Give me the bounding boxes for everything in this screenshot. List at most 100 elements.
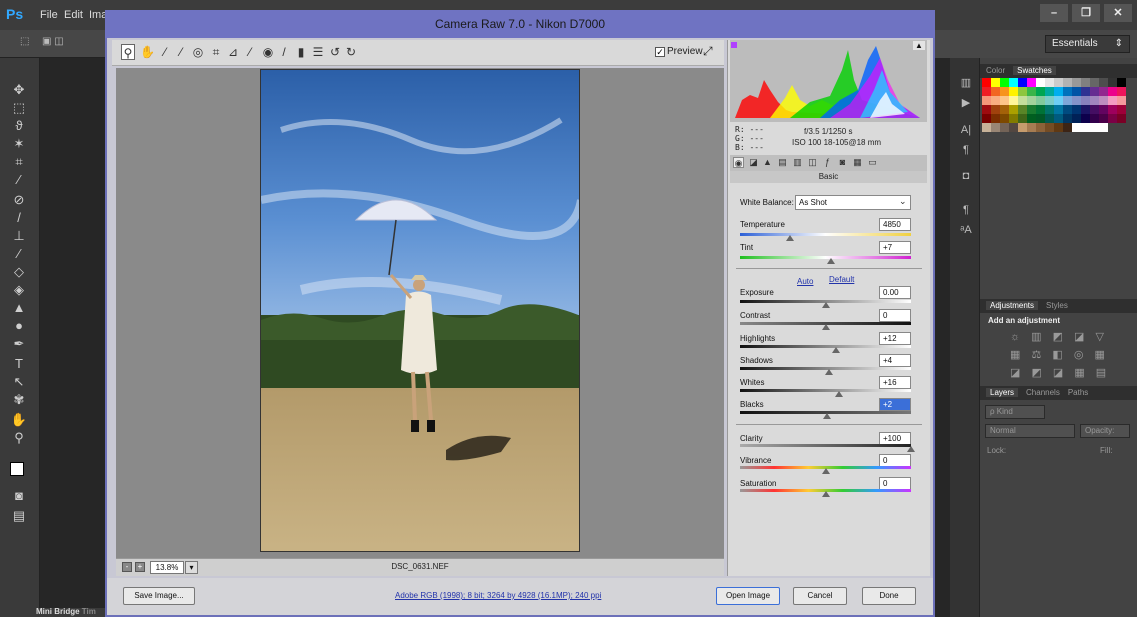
swatch[interactable] (1000, 78, 1009, 87)
rotate-right-icon[interactable]: ↻ (344, 44, 358, 60)
whites-field[interactable]: +16 (879, 376, 911, 389)
swatch[interactable] (1090, 96, 1099, 105)
adjustment-icons-row1[interactable]: ☼ ▥ ◩ ◪ ▽ (1010, 330, 1108, 343)
zoom-level-field[interactable]: 13.8% (150, 561, 184, 574)
swatch[interactable] (1072, 78, 1081, 87)
swatch[interactable] (982, 123, 991, 132)
maximize-button[interactable]: ❐ (1072, 4, 1100, 22)
brush-tool-icon[interactable]: / (10, 210, 28, 226)
snapshots-tab-icon[interactable]: ▭ (867, 157, 878, 168)
tab-paths[interactable]: Paths (1068, 388, 1088, 397)
swatch[interactable] (1099, 96, 1108, 105)
swatch[interactable] (1018, 78, 1027, 87)
swatch[interactable] (991, 123, 1000, 132)
swatch[interactable] (1000, 87, 1009, 96)
eyedropper-tool-icon[interactable]: ⁄ (10, 172, 28, 188)
contrast-field[interactable]: 0 (879, 309, 911, 322)
zoom-tool-icon[interactable]: ⚲ (10, 430, 28, 446)
temperature-thumb[interactable] (785, 235, 794, 241)
swatch[interactable] (1018, 96, 1027, 105)
dodge-tool-icon[interactable]: ● (10, 318, 28, 334)
swatch[interactable] (1063, 78, 1072, 87)
swatch[interactable] (1018, 105, 1027, 114)
swatch[interactable] (1054, 123, 1063, 132)
tone-curve-tab-icon[interactable]: ◪ (748, 157, 759, 168)
swatch[interactable] (1054, 114, 1063, 123)
saturation-thumb[interactable] (821, 491, 830, 497)
tint-field[interactable]: +7 (879, 241, 911, 254)
swatch[interactable] (1027, 105, 1036, 114)
history-brush-icon[interactable]: ∕ (10, 246, 28, 262)
swatch[interactable] (1063, 87, 1072, 96)
swatch[interactable] (1108, 96, 1117, 105)
adjustment-icons-row2[interactable]: ▦ ⚖ ◧ ◎ ▦ (1010, 348, 1109, 361)
paragraph-panel-icon[interactable]: ¶ (958, 144, 974, 158)
preview-checkbox[interactable]: ✓ Preview (655, 46, 703, 57)
menu-file[interactable]: File (40, 9, 58, 21)
tab-swatches[interactable]: Swatches (1013, 66, 1056, 75)
zoom-dropdown[interactable]: ▾ (185, 561, 198, 574)
swatch[interactable] (991, 96, 1000, 105)
swatch[interactable] (1072, 114, 1081, 123)
swatch[interactable] (1090, 105, 1099, 114)
exposure-thumb[interactable] (821, 302, 830, 308)
swatch[interactable] (982, 114, 991, 123)
detail-tab-icon[interactable]: ▲ (762, 157, 773, 168)
marquee-option-icon[interactable]: ⬚ (20, 36, 29, 47)
actions-panel-icon[interactable]: ▶ (958, 96, 974, 110)
swatch[interactable] (1000, 123, 1009, 132)
swatch[interactable] (1045, 105, 1054, 114)
save-image-button[interactable]: Save Image... (123, 587, 195, 605)
swatch[interactable] (1108, 114, 1117, 123)
character-styles-icon[interactable]: ᵃA (958, 224, 974, 238)
swatch[interactable] (1054, 105, 1063, 114)
swatch[interactable] (1117, 87, 1126, 96)
shadow-clipping-toggle[interactable] (731, 42, 737, 48)
tab-color[interactable]: Color (986, 66, 1005, 75)
marquee-tool-icon[interactable]: ⬚ (10, 100, 28, 116)
tint-slider[interactable] (740, 256, 911, 259)
presets-tab-icon[interactable]: ▦ (852, 157, 863, 168)
type-tool-icon[interactable]: T (10, 356, 28, 372)
shape-tool-icon[interactable]: ✾ (10, 392, 28, 408)
paint-bucket-icon[interactable]: ◈ (10, 282, 28, 298)
swatch[interactable] (1063, 96, 1072, 105)
swatch[interactable] (1090, 123, 1099, 132)
swatch[interactable] (1099, 105, 1108, 114)
swatch[interactable] (1036, 96, 1045, 105)
swatch[interactable] (1117, 114, 1126, 123)
shadows-thumb[interactable] (824, 369, 833, 375)
swatch[interactable] (1036, 114, 1045, 123)
auto-link[interactable]: Auto (797, 277, 813, 286)
whites-slider[interactable] (740, 389, 911, 392)
swatch[interactable] (982, 78, 991, 87)
swatch[interactable] (1072, 123, 1081, 132)
swatch[interactable] (1027, 123, 1036, 132)
swatch[interactable] (1072, 96, 1081, 105)
adjustment-icons-row3[interactable]: ◪ ◩ ◪ ▦ ▤ (1010, 366, 1110, 379)
lasso-tool-icon[interactable]: ϑ (10, 118, 28, 134)
swatch[interactable] (1081, 114, 1090, 123)
graduated-filter-icon[interactable]: ▮ (294, 44, 308, 60)
mini-bridge-tab[interactable]: Mini Bridge Tim (36, 607, 96, 616)
cancel-button[interactable]: Cancel (793, 587, 847, 605)
adjustment-brush-icon[interactable]: / (277, 44, 291, 60)
swatch[interactable] (1108, 123, 1117, 132)
highlight-clipping-toggle[interactable]: ▲ (913, 41, 925, 50)
swatch[interactable] (1009, 105, 1018, 114)
swatch[interactable] (1054, 96, 1063, 105)
hsl-tab-icon[interactable]: ▤ (777, 157, 788, 168)
swatch[interactable] (1036, 123, 1045, 132)
clarity-thumb[interactable] (907, 446, 915, 452)
exposure-field[interactable]: 0.00 (879, 286, 911, 299)
swatch[interactable] (1090, 78, 1099, 87)
eraser-tool-icon[interactable]: ◇ (10, 264, 28, 280)
path-select-icon[interactable]: ↖ (10, 374, 28, 390)
swatch[interactable] (1027, 87, 1036, 96)
basic-tab-icon[interactable]: ◉ (733, 157, 744, 168)
straighten-tool-icon[interactable]: ⊿ (226, 44, 240, 60)
swatch[interactable] (1054, 78, 1063, 87)
split-toning-tab-icon[interactable]: ▥ (792, 157, 803, 168)
swatch[interactable] (1045, 114, 1054, 123)
swatch[interactable] (1117, 96, 1126, 105)
